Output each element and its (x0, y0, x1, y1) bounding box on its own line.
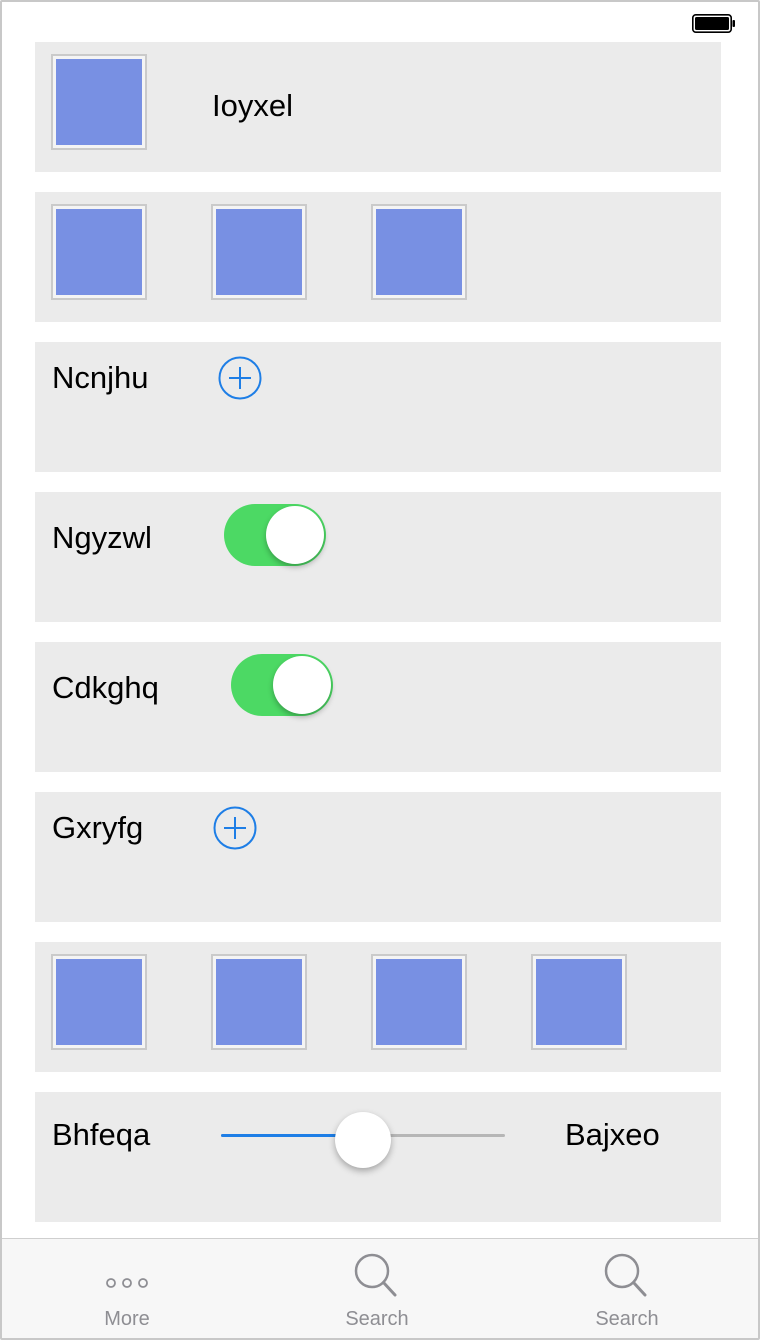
image-row (35, 942, 721, 1072)
list-row-ioyxel: Ioyxel (35, 42, 721, 172)
slider-thumb[interactable] (335, 1112, 391, 1168)
search-icon (604, 1253, 647, 1297)
toggle-switch[interactable] (231, 654, 333, 716)
battery-icon (692, 14, 735, 33)
tab-label: More (104, 1308, 150, 1330)
toggle-switch[interactable] (224, 504, 326, 566)
tab-label: Search (595, 1308, 659, 1330)
image-placeholder (211, 204, 307, 300)
tab-search[interactable]: Search (252, 1239, 502, 1338)
image-placeholder (531, 954, 627, 1050)
search-icon (354, 1253, 397, 1297)
tab-search-2[interactable]: Search (502, 1239, 752, 1338)
toggle-knob (266, 506, 324, 564)
tab-bar: More Search Search (2, 1238, 758, 1338)
toggle-knob (273, 656, 331, 714)
list-row-ncnjhu: Ncnjhu (35, 342, 721, 472)
list-row-ngyzwl: Ngyzwl (35, 492, 721, 622)
row-label: Ioyxel (212, 88, 293, 123)
slider[interactable] (221, 1112, 505, 1168)
slider-max-label: Bajxeo (565, 1117, 660, 1152)
row-label: Gxryfg (52, 810, 144, 845)
row-label: Cdkghq (52, 670, 159, 705)
more-dots-icon (106, 1278, 148, 1288)
add-button[interactable] (218, 356, 262, 400)
slider-row: Bhfeqa Bajxeo (35, 1092, 721, 1222)
tab-more[interactable]: More (2, 1239, 252, 1338)
slider-min-label: Bhfeqa (52, 1117, 151, 1152)
list-row-cdkghq: Cdkghq (35, 642, 721, 772)
image-placeholder (371, 204, 467, 300)
list-row-gxryfg: Gxryfg (35, 792, 721, 922)
image-placeholder (51, 204, 147, 300)
row-label: Ngyzwl (52, 520, 152, 555)
tab-label: Search (345, 1308, 409, 1330)
add-button[interactable] (213, 806, 257, 850)
image-placeholder (371, 954, 467, 1050)
image-row (35, 192, 721, 322)
image-placeholder (51, 54, 147, 150)
image-placeholder (211, 954, 307, 1050)
row-label: Ncnjhu (52, 360, 149, 395)
image-placeholder (51, 954, 147, 1050)
app-screen: Ioyxel Ncnjhu Ngyzwl Cdkghq Gxryfg Bhfeq… (0, 0, 760, 1340)
